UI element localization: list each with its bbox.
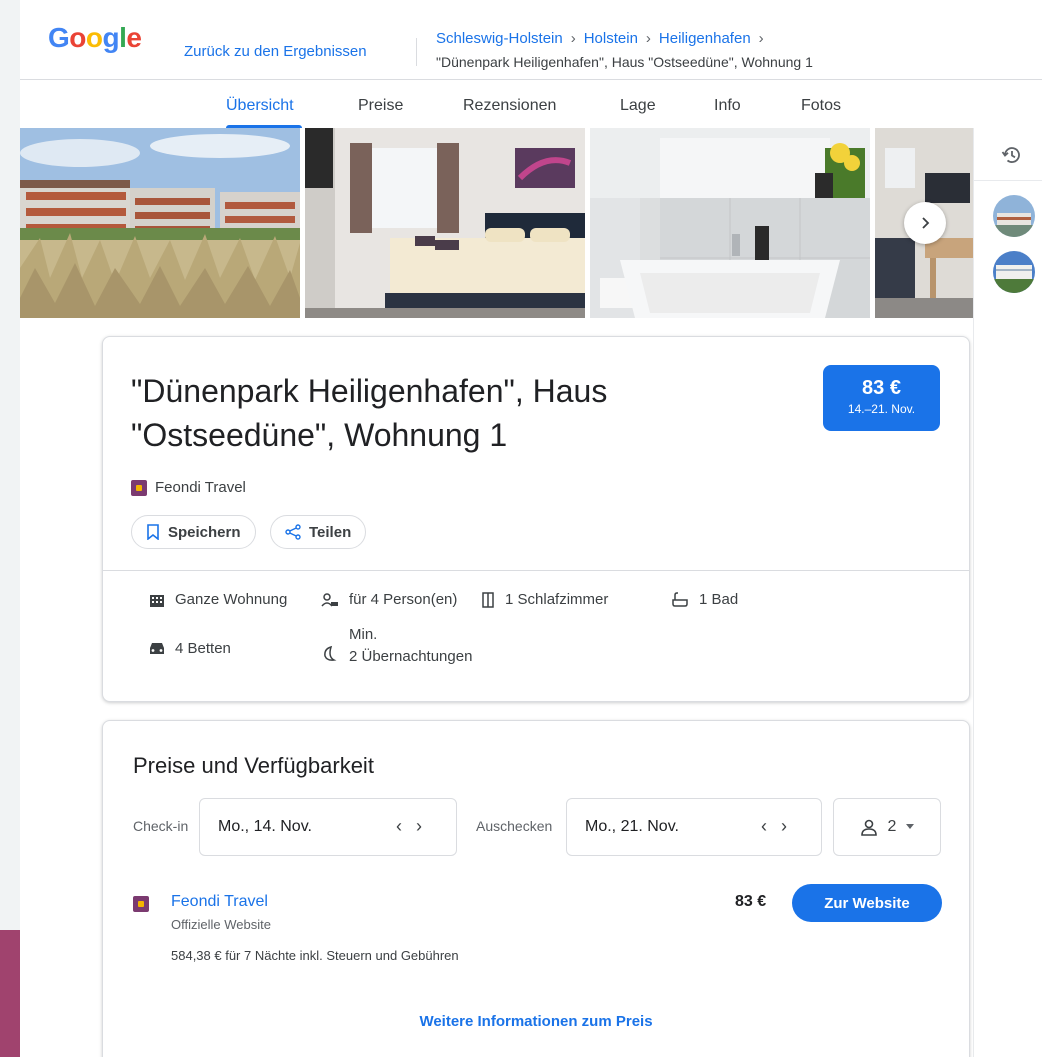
photo-carousel bbox=[20, 128, 973, 318]
amenity-min-nights: Min. 2 Übernachtungen bbox=[349, 624, 472, 668]
checkin-date-picker[interactable]: Mo., 14. Nov. ‹› bbox=[199, 798, 457, 856]
checkin-label: Check-in bbox=[133, 818, 189, 834]
checkout-value: Mo., 21. Nov. bbox=[585, 818, 679, 835]
checkin-stepper[interactable]: ‹› bbox=[396, 816, 436, 837]
bath-icon bbox=[672, 591, 688, 607]
amenity-bedrooms-label: 1 Schlafzimmer bbox=[505, 591, 609, 608]
price-badge[interactable]: 83 € 14.–21. Nov. bbox=[823, 365, 940, 431]
offer-provider-link[interactable]: Feondi Travel bbox=[171, 893, 268, 911]
recent-hotel-thumbnail[interactable] bbox=[993, 251, 1035, 293]
min-nights-label: Min. bbox=[349, 626, 378, 643]
save-button[interactable]: Speichern bbox=[131, 515, 256, 549]
amenity-type-label: Ganze Wohnung bbox=[175, 591, 288, 608]
car-bed-icon bbox=[150, 642, 164, 654]
building-icon bbox=[150, 594, 164, 607]
guests-count: 2 bbox=[887, 818, 897, 835]
dropdown-arrow-icon bbox=[906, 824, 915, 829]
price-amount: 83 € bbox=[862, 377, 901, 399]
google-logo[interactable]: Google bbox=[48, 22, 142, 54]
checkin-value: Mo., 14. Nov. bbox=[218, 818, 312, 835]
amenity-bedrooms: 1 Schlafzimmer bbox=[481, 591, 608, 608]
availability-card: Preise und Verfügbarkeit Check-in Mo., 1… bbox=[102, 720, 970, 1057]
share-button[interactable]: Teilen bbox=[270, 515, 367, 549]
tab-prices[interactable]: Preise bbox=[358, 97, 403, 115]
tab-overview[interactable]: Übersicht bbox=[226, 97, 294, 115]
amenity-beds-label: 4 Betten bbox=[175, 640, 231, 657]
sidebar-divider bbox=[973, 180, 1042, 181]
person-outline-icon bbox=[860, 819, 877, 836]
visit-website-button[interactable]: Zur Website bbox=[792, 884, 942, 922]
person-icon bbox=[321, 592, 338, 607]
history-icon[interactable] bbox=[1000, 143, 1024, 167]
chevron-right-icon: › bbox=[758, 30, 764, 47]
more-price-info-link[interactable]: Weitere Informationen zum Preis bbox=[103, 1013, 969, 1030]
card-divider bbox=[103, 570, 969, 571]
header: Google Zurück zu den Ergebnissen Schlesw… bbox=[20, 0, 1042, 80]
photo-exterior[interactable] bbox=[20, 128, 300, 318]
breadcrumb: Schleswig-Holstein › Holstein › Heiligenhafe… bbox=[436, 30, 772, 47]
amenity-type: Ganze Wohnung bbox=[149, 591, 287, 608]
back-to-results-link[interactable]: Zurück zu den Ergebnissen bbox=[184, 43, 367, 60]
provider-logo-icon bbox=[131, 479, 147, 496]
amenity-bath-label: 1 Bad bbox=[699, 591, 739, 608]
amenity-bath: 1 Bad bbox=[671, 591, 738, 608]
checkout-stepper[interactable]: ‹› bbox=[761, 816, 801, 837]
offer-subtitle: Offizielle Website bbox=[171, 917, 271, 932]
provider-logo-icon bbox=[133, 896, 149, 912]
tab-photos[interactable]: Fotos bbox=[801, 97, 841, 115]
offer-total: 584,38 € für 7 Nächte inkl. Steuern und … bbox=[171, 948, 459, 963]
bookmark-icon bbox=[147, 524, 159, 540]
section-title: Preise und Verfügbarkeit bbox=[133, 753, 374, 778]
chevron-right-icon: › bbox=[645, 30, 651, 47]
breadcrumb-current: "Dünenpark Heiligenhafen", Haus "Ostseed… bbox=[436, 54, 813, 70]
share-label: Teilen bbox=[309, 523, 352, 541]
provider-row: Feondi Travel bbox=[131, 479, 246, 496]
breadcrumb-item-region[interactable]: Schleswig-Holstein bbox=[436, 30, 563, 47]
guests-selector[interactable]: 2 bbox=[833, 798, 941, 856]
share-icon bbox=[285, 524, 301, 540]
recent-hotel-thumbnail[interactable] bbox=[993, 195, 1035, 237]
header-divider bbox=[416, 38, 417, 66]
chevron-right-icon bbox=[922, 217, 930, 229]
chevron-right-icon: › bbox=[570, 30, 576, 47]
tab-location[interactable]: Lage bbox=[620, 97, 656, 115]
amenity-persons: für 4 Person(en) bbox=[321, 591, 457, 608]
offer-price: 83 € bbox=[735, 893, 767, 910]
amenity-beds: 4 Betten bbox=[149, 640, 231, 657]
tab-reviews[interactable]: Rezensionen bbox=[463, 97, 556, 115]
photo-bedroom[interactable] bbox=[305, 128, 585, 318]
breadcrumb-item-district[interactable]: Holstein bbox=[584, 30, 638, 47]
background-accent bbox=[0, 930, 20, 1057]
provider-name: Feondi Travel bbox=[155, 479, 246, 496]
save-label: Speichern bbox=[168, 523, 241, 541]
carousel-next-button[interactable] bbox=[904, 202, 946, 244]
moon-icon bbox=[324, 645, 337, 661]
breadcrumb-item-city[interactable]: Heiligenhafen bbox=[659, 30, 751, 47]
door-icon bbox=[482, 591, 494, 608]
photo-bathroom[interactable] bbox=[590, 128, 870, 318]
tab-bar: Übersicht Preise Rezensionen Lage Info F… bbox=[20, 80, 1042, 128]
price-dates: 14.–21. Nov. bbox=[847, 402, 916, 416]
background-strip bbox=[0, 190, 20, 930]
min-nights-value: 2 Übernachtungen bbox=[349, 648, 473, 665]
listing-card: "Dünenpark Heiligenhafen", Haus "Ostseed… bbox=[102, 336, 970, 702]
tab-info[interactable]: Info bbox=[714, 97, 741, 115]
checkout-date-picker[interactable]: Mo., 21. Nov. ‹› bbox=[566, 798, 822, 856]
checkout-label: Auschecken bbox=[476, 818, 553, 834]
amenity-persons-label: für 4 Person(en) bbox=[349, 591, 458, 608]
listing-title: "Dünenpark Heiligenhafen", Haus "Ostseed… bbox=[131, 373, 608, 453]
